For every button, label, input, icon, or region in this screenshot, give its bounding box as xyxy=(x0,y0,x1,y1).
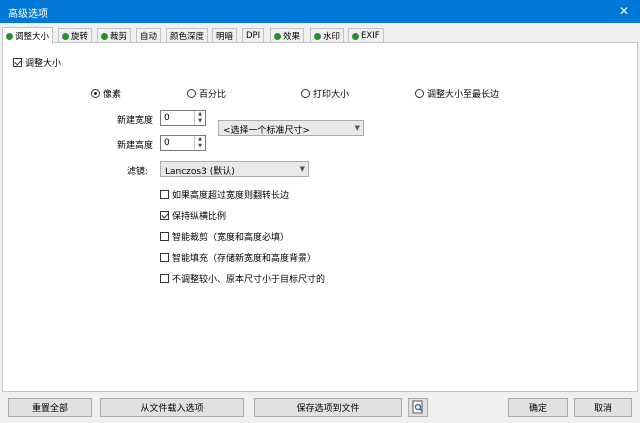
checkbox-box xyxy=(13,58,22,67)
tab-dpi[interactable]: DPI xyxy=(242,28,265,43)
tab-crop[interactable]: 裁剪 xyxy=(97,28,132,43)
title-bar: 高级选项 ✕ xyxy=(0,0,640,23)
spin-up-icon[interactable]: ▲ xyxy=(195,111,205,118)
radio-dot xyxy=(415,89,424,98)
checkbox-box xyxy=(160,232,169,241)
tab-brightness[interactable]: 明暗 xyxy=(212,28,238,43)
tab-resize[interactable]: 调整大小 xyxy=(2,27,54,44)
chevron-down-icon: ▼ xyxy=(354,124,360,132)
reset-all-button[interactable]: 重置全部 xyxy=(8,398,92,417)
window-title: 高级选项 xyxy=(8,9,48,20)
tab-rotate[interactable]: 旋转 xyxy=(58,28,93,43)
tab-exif[interactable]: EXIF xyxy=(348,28,384,43)
tab-effects[interactable]: 效果 xyxy=(270,28,305,43)
enable-resize-checkbox[interactable]: 调整大小 xyxy=(13,56,61,69)
tab-status-icon xyxy=(6,32,13,40)
load-options-button[interactable]: 从文件载入选项 xyxy=(100,398,244,417)
option-keep-aspect[interactable]: 保持纵横比例 xyxy=(160,209,226,222)
tab-watermark[interactable]: 水印 xyxy=(310,28,345,43)
radio-dot xyxy=(301,89,310,98)
filter-label: 滤镜: xyxy=(127,167,149,177)
mode-radio-pixels[interactable]: 像素 xyxy=(91,87,121,100)
tab-strip: 调整大小 旋转 裁剪 自动 颜色深度 明暗 DPI 效果 水印 EXIF xyxy=(0,27,640,44)
radio-dot xyxy=(91,89,100,98)
tab-status-icon xyxy=(314,32,321,40)
option-smart-crop[interactable]: 智能裁剪（宽度和高度必填） xyxy=(160,230,289,243)
new-width-label: 新建宽度 xyxy=(117,116,154,126)
preview-button[interactable] xyxy=(408,398,428,417)
checkbox-box xyxy=(160,253,169,262)
close-icon[interactable]: ✕ xyxy=(608,0,640,23)
tab-status-icon xyxy=(62,32,69,40)
checkbox-box xyxy=(160,274,169,283)
spin-arrows[interactable]: ▲ ▼ xyxy=(194,111,205,125)
tab-color-depth[interactable]: 颜色深度 xyxy=(166,28,209,43)
resize-panel: 调整大小 像素 百分比 打印大小 调整大小至最长边 新建宽度 0 ▲ ▼ 新建高度… xyxy=(2,42,638,392)
mode-radio-print-size[interactable]: 打印大小 xyxy=(301,87,349,100)
checkbox-box xyxy=(160,211,169,220)
tab-status-icon xyxy=(274,32,281,40)
spin-down-icon[interactable]: ▼ xyxy=(195,143,205,150)
chevron-down-icon: ▼ xyxy=(299,165,305,173)
new-height-input[interactable]: 0 ▲ ▼ xyxy=(160,135,206,151)
option-smart-fill[interactable]: 智能填充（存储新宽度和高度背景） xyxy=(160,251,316,264)
mode-radio-percent[interactable]: 百分比 xyxy=(187,87,226,100)
tab-status-icon xyxy=(101,32,108,40)
preset-size-select[interactable]: <选择一个标准尺寸> ▼ xyxy=(218,120,364,136)
mode-radio-longest-side[interactable]: 调整大小至最长边 xyxy=(415,87,499,100)
magnify-document-icon xyxy=(412,400,423,414)
spin-arrows[interactable]: ▲ ▼ xyxy=(194,136,205,150)
checkbox-box xyxy=(160,190,169,199)
ok-button[interactable]: 确定 xyxy=(508,398,568,417)
spin-up-icon[interactable]: ▲ xyxy=(195,136,205,143)
tab-auto[interactable]: 自动 xyxy=(136,28,162,43)
radio-dot xyxy=(187,89,196,98)
save-options-button[interactable]: 保存选项到文件 xyxy=(254,398,402,417)
tab-status-icon xyxy=(352,32,359,40)
cancel-button[interactable]: 取消 xyxy=(574,398,632,417)
spin-down-icon[interactable]: ▼ xyxy=(195,118,205,125)
filter-select[interactable]: Lanczos3 (默认) ▼ xyxy=(160,161,309,177)
new-height-label: 新建高度 xyxy=(117,141,154,151)
option-skip-smaller[interactable]: 不调整较小、原本尺寸小于目标尺寸的 xyxy=(160,272,325,285)
new-width-input[interactable]: 0 ▲ ▼ xyxy=(160,110,206,126)
option-flip-long-side[interactable]: 如果高度超过宽度则翻转长边 xyxy=(160,188,289,201)
